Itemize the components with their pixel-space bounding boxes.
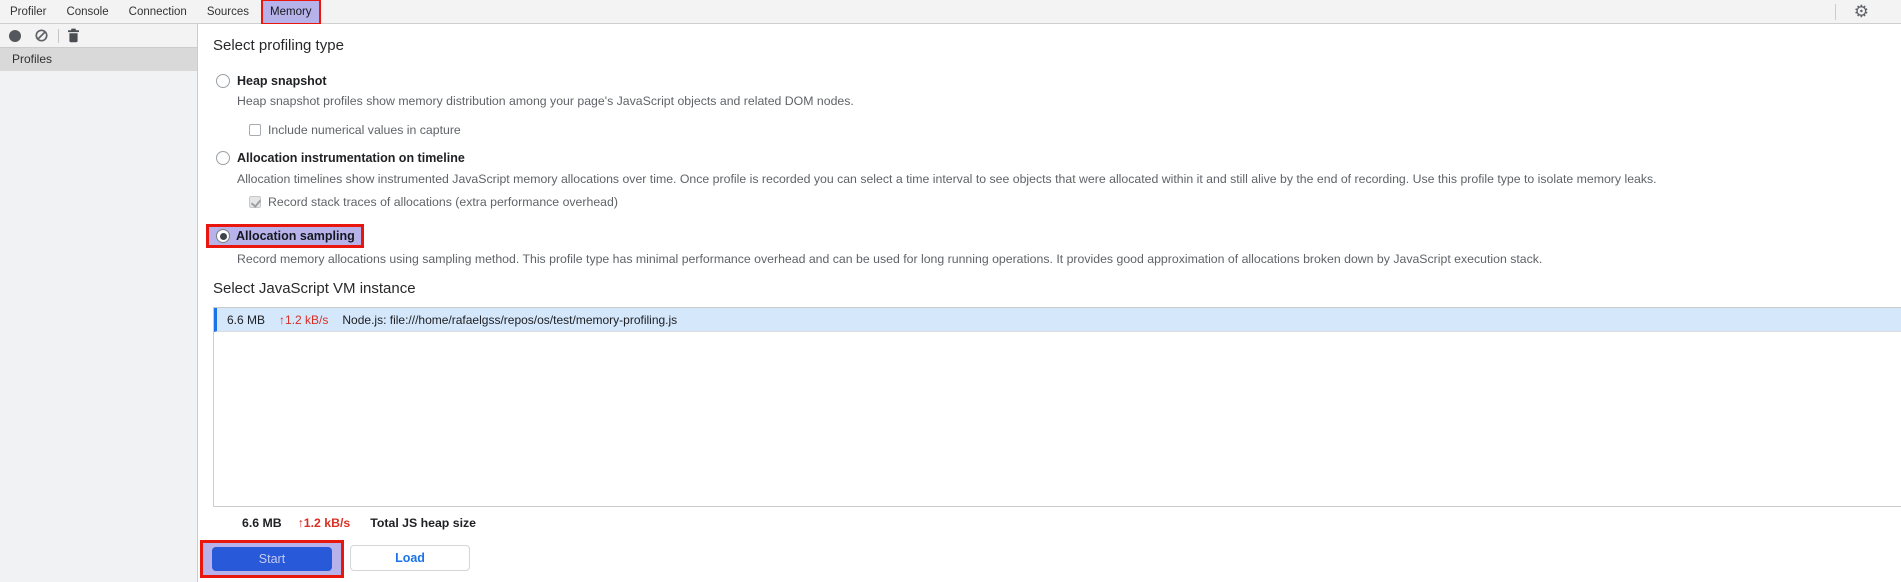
record-profile-icon[interactable] — [9, 29, 21, 42]
start-button-annotation: Start — [200, 540, 344, 578]
vm-row-instance-name: Node.js: file:///home/rafaelgss/repos/os… — [342, 312, 678, 327]
start-button[interactable]: Start — [212, 547, 332, 571]
tabbar-right-controls: ⚙ — [1834, 0, 1901, 24]
settings-gear-icon[interactable]: ⚙ — [1854, 0, 1869, 24]
radio-allocation-sampling-label[interactable]: Allocation sampling — [236, 229, 355, 243]
total-allocation-rate: ↑1.2 kB/s — [297, 516, 351, 530]
tab-profiler[interactable]: Profiler — [0, 2, 56, 22]
sidebar-item-profiles[interactable]: Profiles — [0, 48, 197, 71]
heap-totals-row: 6.6 MB ↑1.2 kB/s Total JS heap size — [242, 516, 476, 530]
clear-block-icon[interactable] — [35, 29, 48, 42]
profiling-type-heading: Select profiling type — [213, 37, 344, 54]
profiles-sidebar: Profiles — [0, 48, 198, 582]
allocation-sampling-annotation: Allocation sampling — [206, 224, 364, 248]
checkbox-include-numerical-values[interactable] — [249, 124, 261, 136]
delete-trash-icon[interactable] — [67, 28, 80, 43]
total-heap-size-value: 6.6 MB — [242, 516, 282, 530]
checkbox-record-stack-traces-label[interactable]: Record stack traces of allocations (extr… — [268, 195, 618, 209]
toolbar-divider — [58, 28, 59, 43]
allocation-sampling-description: Record memory allocations using sampling… — [237, 252, 1543, 266]
total-heap-size-label: Total JS heap size — [370, 516, 476, 530]
vm-instance-heading: Select JavaScript VM instance — [213, 280, 416, 297]
radio-heap-snapshot[interactable] — [216, 74, 230, 88]
vm-row-heap-size: 6.6 MB — [227, 312, 266, 327]
radio-allocation-sampling[interactable] — [216, 229, 230, 243]
tab-sources[interactable]: Sources — [197, 2, 259, 22]
devtools-tabbar: Profiler Console Connection Sources Memo… — [0, 0, 1901, 25]
vm-row-allocation-rate: ↑1.2 kB/s — [279, 312, 329, 327]
radio-allocation-timeline[interactable] — [216, 151, 230, 165]
profiler-toolbar — [0, 24, 198, 48]
heap-snapshot-description: Heap snapshot profiles show memory distr… — [237, 94, 854, 108]
load-button[interactable]: Load — [350, 545, 470, 571]
tabbar-divider — [1834, 4, 1836, 20]
radio-allocation-timeline-label[interactable]: Allocation instrumentation on timeline — [237, 151, 465, 165]
allocation-timeline-description: Allocation timelines show instrumented J… — [237, 172, 1657, 186]
tab-memory[interactable]: Memory — [261, 0, 321, 25]
memory-panel-content: Select profiling type Heap snapshot Heap… — [198, 24, 1901, 582]
tab-connection[interactable]: Connection — [119, 2, 197, 22]
vm-instance-row-selected[interactable]: 6.6 MB ↑1.2 kB/s Node.js: file:///home/r… — [214, 308, 1901, 332]
checkbox-record-stack-traces[interactable] — [249, 196, 261, 208]
radio-heap-snapshot-label[interactable]: Heap snapshot — [237, 74, 327, 88]
tab-console[interactable]: Console — [56, 2, 118, 22]
vm-instance-list: 6.6 MB ↑1.2 kB/s Node.js: file:///home/r… — [213, 307, 1901, 507]
checkbox-include-numerical-values-label[interactable]: Include numerical values in capture — [268, 123, 461, 137]
